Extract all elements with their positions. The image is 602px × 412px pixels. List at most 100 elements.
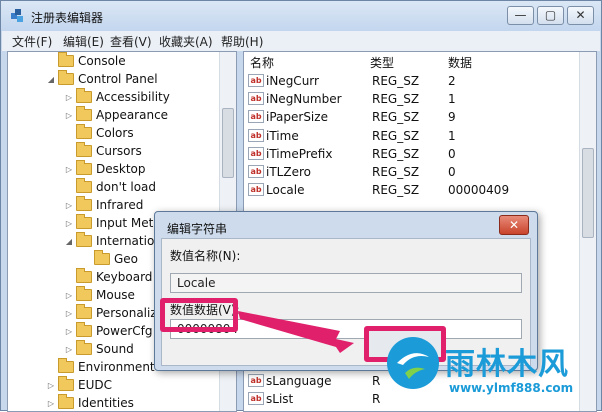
folder-icon bbox=[58, 358, 74, 373]
value-name-cell: iTLZero bbox=[266, 165, 311, 179]
menu-help[interactable]: 帮助(H) bbox=[221, 33, 263, 50]
tree-item[interactable]: Colors bbox=[64, 124, 134, 142]
window-title: 注册表编辑器 bbox=[31, 11, 104, 25]
tree-item-label: Colors bbox=[96, 126, 134, 140]
tree-item[interactable]: ▷ Personaliz bbox=[64, 304, 157, 322]
value-data-cell: 0 bbox=[448, 165, 456, 179]
list-row[interactable]: ab iNegNumber REG_SZ 1 bbox=[244, 90, 580, 108]
tree-item[interactable]: ▷ Input Met bbox=[64, 214, 153, 232]
site-watermark: 雨林木风 www.ylmf888.com bbox=[383, 333, 599, 411]
expand-arrow-icon[interactable]: ▷ bbox=[64, 93, 74, 102]
value-data-cell: 1 bbox=[448, 128, 456, 143]
expand-arrow-icon[interactable]: ◢ bbox=[46, 75, 56, 84]
folder-icon bbox=[76, 196, 92, 211]
tree-item-label: don't load bbox=[96, 180, 157, 194]
expand-arrow-icon[interactable]: ▷ bbox=[64, 327, 74, 336]
close-button[interactable]: ✕ bbox=[567, 6, 594, 25]
tree-item[interactable]: ▷ Identities bbox=[46, 394, 134, 411]
string-value-icon: ab bbox=[248, 374, 264, 387]
expand-arrow-icon[interactable]: ▷ bbox=[64, 219, 74, 228]
tree-item[interactable]: ◢ Internation bbox=[64, 232, 162, 250]
expand-arrow-icon[interactable]: ▷ bbox=[64, 111, 74, 120]
expand-arrow-icon[interactable]: ▷ bbox=[64, 345, 74, 354]
dialog-close-button[interactable]: ✕ bbox=[499, 215, 529, 235]
list-row[interactable]: ab iTime REG_SZ 1 bbox=[244, 127, 580, 145]
menu-file[interactable]: 文件(F) bbox=[12, 33, 52, 50]
expand-arrow-icon[interactable]: ▷ bbox=[46, 381, 56, 390]
value-type-cell: REG_SZ bbox=[372, 165, 420, 179]
tree-item[interactable]: Geo bbox=[82, 250, 138, 268]
tree-item-label: Mouse bbox=[96, 288, 135, 302]
value-name-cell: iTimePrefix bbox=[266, 146, 333, 161]
tree-item[interactable]: Cursors bbox=[64, 142, 142, 160]
list-row[interactable]: ab iTLZero REG_SZ 0 bbox=[244, 163, 580, 181]
expand-arrow-icon[interactable]: ▷ bbox=[46, 399, 56, 408]
tree-item[interactable]: ▷ Sound bbox=[64, 340, 134, 358]
tree-item[interactable]: Console bbox=[46, 52, 126, 70]
folder-icon bbox=[76, 304, 92, 319]
folder-icon bbox=[76, 106, 92, 121]
tree-item[interactable]: Environment bbox=[46, 358, 155, 376]
expand-arrow-icon[interactable]: ▷ bbox=[64, 309, 74, 318]
tree-item[interactable]: ▷ Mouse bbox=[64, 286, 135, 304]
expand-arrow-icon[interactable]: ◢ bbox=[64, 237, 74, 246]
list-row[interactable]: ab iPaperSize REG_SZ 9 bbox=[244, 108, 580, 126]
title-bar[interactable]: 注册表编辑器 — ▢ ✕ bbox=[1, 1, 601, 31]
value-type-cell: REG_SZ bbox=[372, 128, 420, 143]
tree-scroll-thumb[interactable] bbox=[222, 108, 234, 178]
folder-icon bbox=[94, 250, 110, 265]
tree-item[interactable]: ▷ Accessibility bbox=[64, 88, 170, 106]
folder-icon bbox=[58, 70, 74, 85]
folder-icon bbox=[58, 376, 74, 391]
dialog-title: 编辑字符串 bbox=[167, 222, 228, 236]
minimize-button[interactable]: — bbox=[507, 6, 534, 25]
tree-item[interactable]: Keyboard bbox=[64, 268, 152, 286]
folder-icon bbox=[76, 178, 92, 193]
string-value-icon: ab bbox=[248, 128, 264, 142]
brand-logo-icon bbox=[387, 337, 439, 389]
tree-item[interactable]: ▷ PowerCfg bbox=[64, 322, 153, 340]
value-type-cell: REG_SZ bbox=[372, 74, 420, 88]
expand-arrow-icon[interactable]: ▷ bbox=[64, 291, 74, 300]
tree-item-label: Infrared bbox=[96, 198, 144, 212]
tree-item[interactable]: don't load bbox=[64, 178, 156, 196]
menu-favorites[interactable]: 收藏夹(A) bbox=[159, 33, 213, 50]
value-type-cell: R bbox=[372, 392, 381, 406]
folder-icon bbox=[76, 268, 92, 283]
list-scroll-thumb[interactable] bbox=[582, 148, 594, 238]
column-header-data[interactable]: 数据 bbox=[448, 54, 472, 71]
tree-item[interactable]: ▷ Appearance bbox=[64, 106, 168, 124]
list-row[interactable]: ab Locale REG_SZ 00000409 bbox=[244, 181, 580, 199]
tree-item[interactable]: ▷ EUDC bbox=[46, 376, 112, 394]
tree-item-label: Personaliz bbox=[96, 306, 157, 320]
menu-view[interactable]: 查看(V) bbox=[110, 33, 152, 50]
folder-icon bbox=[76, 322, 92, 337]
tree-item-label: Geo bbox=[114, 252, 139, 266]
tree-item[interactable]: ▷ Desktop bbox=[64, 160, 146, 178]
tree-item[interactable]: ◢ Control Panel bbox=[46, 70, 158, 88]
expand-arrow-icon[interactable]: ▷ bbox=[64, 165, 74, 174]
menu-edit[interactable]: 编辑(E) bbox=[63, 33, 104, 50]
folder-icon bbox=[58, 52, 74, 67]
string-value-icon: ab bbox=[248, 183, 264, 197]
list-row[interactable]: ab iTimePrefix REG_SZ 0 bbox=[244, 145, 580, 163]
folder-icon bbox=[76, 214, 92, 229]
menu-bar: 文件(F) 编辑(E) 查看(V) 收藏夹(A) 帮助(H) bbox=[2, 31, 600, 51]
tree-item-label: Appearance bbox=[96, 108, 169, 122]
value-name-field: Locale bbox=[170, 273, 522, 293]
list-row[interactable]: ab iNegCurr REG_SZ 2 bbox=[244, 72, 580, 90]
maximize-button[interactable]: ▢ bbox=[537, 6, 564, 25]
value-name-cell: sList bbox=[266, 392, 294, 406]
expand-arrow-icon[interactable]: ▷ bbox=[64, 201, 74, 210]
value-data-cell: 00000409 bbox=[448, 183, 510, 198]
tree-item-label: Internation bbox=[96, 234, 162, 248]
tree-item-label: Accessibility bbox=[96, 90, 170, 104]
string-value-icon: ab bbox=[248, 165, 264, 178]
column-header-type[interactable]: 类型 bbox=[370, 54, 394, 71]
folder-icon bbox=[76, 88, 92, 103]
column-header-name[interactable]: 名称 bbox=[250, 54, 274, 71]
folder-icon bbox=[76, 232, 92, 247]
value-name-cell: sLanguage bbox=[266, 374, 332, 388]
tree-item[interactable]: ▷ Infrared bbox=[64, 196, 143, 214]
string-value-icon: ab bbox=[248, 392, 264, 405]
